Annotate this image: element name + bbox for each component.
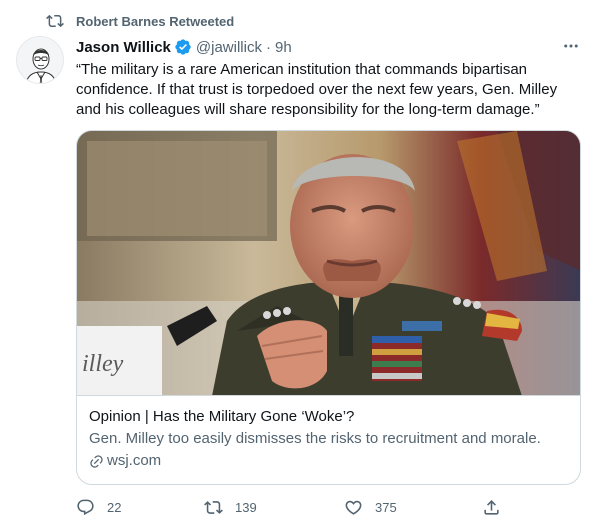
reply-count: 22 [107, 499, 122, 515]
share-icon [482, 498, 501, 517]
retweet-context[interactable]: Robert Barnes Retweeted [46, 12, 234, 30]
timestamp[interactable]: 9h [275, 39, 292, 56]
tweet-actions: 22 139 375 [76, 496, 506, 518]
separator-dot: · [265, 38, 271, 56]
link-card[interactable]: illey Opinion | Has the Military Gone ‘W… [76, 130, 581, 485]
card-body: Opinion | Has the Military Gone ‘Woke’? … [89, 407, 568, 471]
author-name[interactable]: Jason Willick [76, 39, 171, 56]
retweet-action-icon [204, 498, 223, 517]
like-count: 375 [375, 499, 397, 515]
heart-icon [344, 498, 363, 517]
verified-badge-icon [174, 38, 192, 56]
author-handle[interactable]: @jawillick [196, 39, 262, 56]
retweet-count: 139 [235, 499, 257, 515]
card-domain-text: wsj.com [107, 452, 162, 469]
card-title[interactable]: Opinion | Has the Military Gone ‘Woke’? [89, 407, 568, 427]
reply-button[interactable]: 22 [76, 496, 121, 518]
nameplate-text: illey [82, 351, 124, 377]
share-button[interactable] [482, 496, 501, 518]
retweet-icon [46, 12, 64, 30]
reply-icon [76, 498, 95, 517]
more-options-icon[interactable] [560, 35, 582, 57]
like-button[interactable]: 375 [344, 496, 397, 518]
card-description: Gen. Milley too easily dismisses the ris… [89, 430, 541, 447]
tweet-header: Jason Willick @jawillick · 9h [76, 37, 582, 57]
tweet-text: “The military is a rare American institu… [76, 61, 558, 118]
link-icon [89, 454, 104, 469]
card-image: illey [77, 131, 580, 396]
card-domain[interactable]: wsj.com [89, 451, 568, 471]
retweet-button[interactable]: 139 [204, 496, 257, 518]
avatar[interactable] [16, 36, 64, 84]
retweet-label: Robert Barnes Retweeted [76, 13, 235, 29]
